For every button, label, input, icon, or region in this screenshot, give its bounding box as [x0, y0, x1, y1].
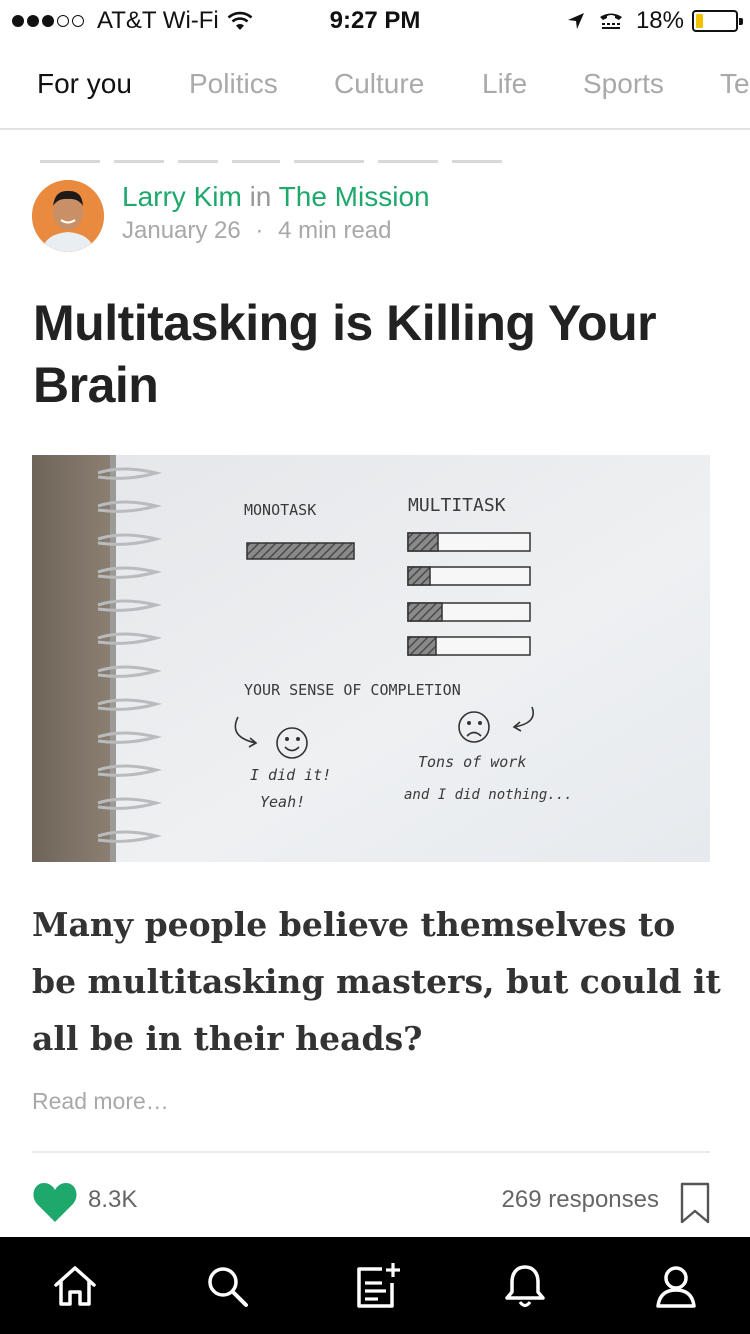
tab-life[interactable]: Life	[482, 68, 527, 100]
author-avatar[interactable]	[32, 180, 104, 252]
left-note-2: Yeah!	[260, 793, 305, 811]
tab-for-you[interactable]: For you	[37, 68, 132, 100]
read-more-link[interactable]: Read more…	[32, 1088, 169, 1115]
divider	[32, 1151, 710, 1153]
tab-politics[interactable]: Politics	[189, 68, 278, 100]
battery-icon	[692, 10, 743, 32]
like-count: 8.3K	[88, 1186, 138, 1213]
completion-label: YOUR SENSE OF COMPLETION	[244, 681, 461, 699]
profile-icon[interactable]	[651, 1261, 701, 1311]
bookmark-icon[interactable]	[679, 1182, 711, 1224]
author-name[interactable]: Larry Kim	[122, 181, 242, 212]
publish-date: January 26	[122, 217, 241, 244]
read-time: 4 min read	[278, 217, 392, 244]
tab-culture[interactable]: Culture	[334, 68, 424, 100]
right-note-1: Tons of work	[418, 753, 526, 771]
in-word: in	[249, 181, 272, 212]
status-right: 18%	[566, 7, 743, 35]
article-meta: January 26 · 4 min read	[122, 217, 391, 245]
responses-link[interactable]: 269 responses	[502, 1186, 659, 1214]
multitask-label: MULTITASK	[408, 495, 506, 516]
tab-sports[interactable]: Sports	[583, 68, 664, 100]
write-story-icon[interactable]	[352, 1261, 402, 1311]
notifications-bell-icon[interactable]	[500, 1261, 550, 1311]
tty-icon	[599, 13, 622, 29]
search-icon[interactable]	[202, 1261, 252, 1311]
battery-percent: 18%	[635, 7, 684, 34]
category-tabs: For you Politics Culture Life Sports Te	[0, 50, 750, 130]
status-bar: AT&T Wi-Fi 9:27 PM 18%	[0, 0, 750, 40]
monotask-label: MONOTASK	[244, 501, 316, 519]
right-note-2: and I did nothing...	[404, 787, 573, 803]
battery-level	[696, 14, 703, 28]
author-line: Larry Kim in The Mission	[122, 181, 430, 213]
article-subtitle[interactable]: Many people believe themselves to be mul…	[32, 896, 722, 1067]
left-note-1: I did it!	[250, 766, 331, 784]
location-arrow-icon	[567, 13, 584, 29]
tab-te[interactable]: Te	[720, 68, 750, 100]
heart-icon[interactable]	[32, 1180, 78, 1224]
faded-previous-line	[40, 160, 530, 168]
publication-name[interactable]: The Mission	[279, 181, 430, 212]
home-icon[interactable]	[50, 1261, 100, 1311]
article-hero-image[interactable]: MONOTASK MULTITASK YOUR SENSE OF COMPLET…	[32, 455, 710, 862]
article-title[interactable]: Multitasking is Killing Your Brain	[33, 292, 723, 416]
meta-separator: ·	[255, 217, 264, 244]
bottom-navigation	[0, 1237, 750, 1334]
